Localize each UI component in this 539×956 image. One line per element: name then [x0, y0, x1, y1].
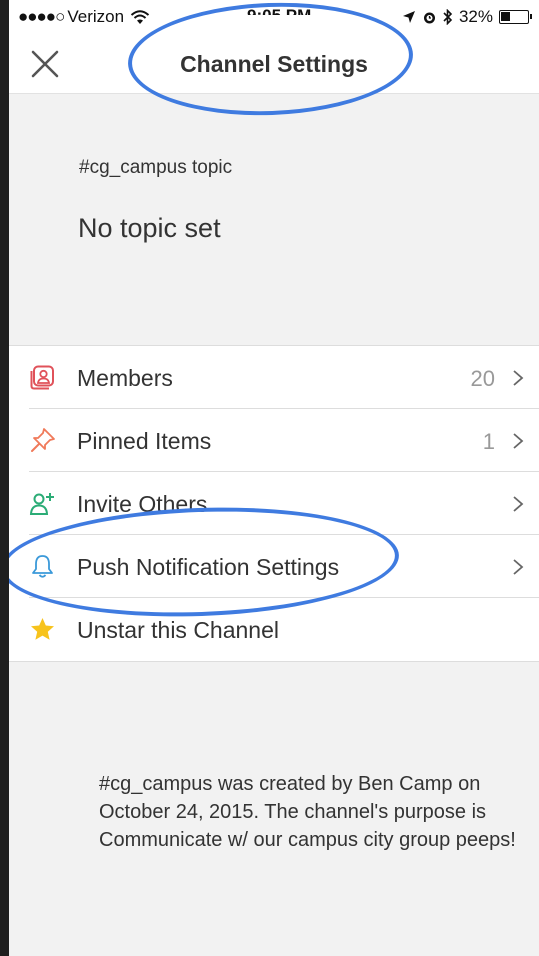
carrier-info: ●●●●○ Verizon [18, 7, 150, 27]
channel-purpose: #cg_campus was created by Ben Camp on Oc… [99, 773, 516, 851]
invite-others-row[interactable]: Invite Others [9, 472, 539, 535]
battery-percent: 32% [458, 7, 493, 26]
star-icon [31, 618, 54, 640]
page-title: Channel Settings [180, 51, 368, 77]
navigation-bar: Channel Settings [9, 34, 539, 94]
settings-list: Members 20 Pinned Items 1 Invite Others [9, 345, 539, 662]
topic-label: #cg_campus topic [79, 157, 233, 178]
battery-icon [499, 10, 532, 24]
clock: 9:05 PM [247, 6, 312, 25]
pinned-items-row[interactable]: Pinned Items 1 [9, 409, 539, 472]
signal-strength: ●●●●○ [18, 7, 65, 26]
chevron-right-icon [513, 559, 524, 575]
status-icons: 32% [402, 7, 532, 27]
members-count: 20 [470, 366, 495, 391]
location-arrow-icon [402, 11, 415, 23]
pinned-items-label: Pinned Items [77, 428, 212, 454]
topic-section[interactable]: #cg_campus topic No topic set [9, 95, 539, 345]
chevron-right-icon [513, 496, 524, 512]
add-person-icon [29, 493, 54, 515]
topic-value: No topic set [78, 213, 221, 243]
unstar-channel-row[interactable]: Unstar this Channel [9, 598, 539, 661]
members-label: Members [77, 365, 173, 391]
bluetooth-icon [443, 9, 453, 25]
bell-icon [32, 555, 53, 578]
members-icon [30, 365, 54, 390]
alarm-icon [423, 12, 435, 23]
chevron-right-icon [513, 433, 524, 449]
pin-icon [31, 428, 55, 452]
screen: ●●●●○ Verizon 9:05 PM 32% Channel Settin… [9, 0, 539, 956]
chevron-right-icon [513, 370, 524, 386]
invite-others-label: Invite Others [77, 491, 208, 517]
status-bar: ●●●●○ Verizon 9:05 PM 32% [9, 0, 539, 34]
device-frame-edge [0, 0, 9, 956]
unstar-channel-label: Unstar this Channel [77, 617, 279, 643]
push-notification-settings-label: Push Notification Settings [77, 554, 340, 580]
members-row[interactable]: Members 20 [9, 346, 539, 409]
wifi-icon [130, 10, 150, 24]
push-notification-settings-row[interactable]: Push Notification Settings [9, 535, 539, 598]
carrier-name: Verizon [67, 7, 125, 26]
pinned-items-count: 1 [482, 429, 495, 454]
